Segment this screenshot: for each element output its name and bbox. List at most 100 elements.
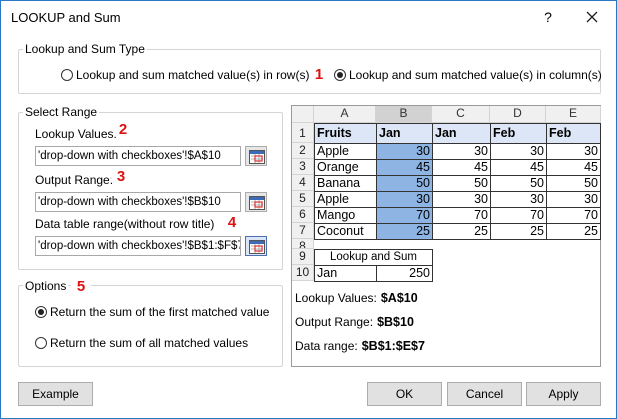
radio-indicator bbox=[61, 69, 73, 81]
step-badge-2: 2 bbox=[113, 120, 133, 140]
sum-result-title: Lookup and Sum bbox=[314, 249, 433, 266]
col-header-e: E bbox=[546, 106, 601, 123]
lookup-type-legend: Lookup and Sum Type bbox=[23, 42, 147, 56]
radio-indicator bbox=[334, 69, 346, 81]
step-badge-1: 1 bbox=[309, 65, 329, 85]
cell-header-c: Jan bbox=[432, 123, 491, 144]
radio-indicator bbox=[35, 306, 47, 318]
ok-button[interactable]: OK bbox=[367, 382, 442, 406]
table-cell: 50 bbox=[376, 175, 433, 192]
corner-cell bbox=[292, 106, 314, 123]
lookup-values-label: Lookup Values: bbox=[35, 127, 117, 141]
window-title: LOOKUP and Sum bbox=[11, 10, 121, 25]
preview-data-range-caption: Data range: bbox=[295, 339, 358, 353]
row-header-4: 4 bbox=[292, 175, 314, 191]
preview-output-range: Output Range: $B$10 bbox=[295, 315, 414, 329]
options-legend: Options bbox=[23, 279, 69, 293]
table-cell: 50 bbox=[432, 175, 491, 192]
table-cell: 25 bbox=[432, 223, 491, 240]
table-cell: 25 bbox=[376, 223, 433, 240]
close-icon bbox=[586, 11, 598, 23]
cancel-button[interactable]: Cancel bbox=[447, 382, 522, 406]
row-header-7: 7 bbox=[292, 223, 314, 239]
preview-data-range-ref: $B$1:$E$7 bbox=[361, 339, 425, 353]
table-cell: 30 bbox=[546, 143, 601, 160]
radio-indicator bbox=[35, 337, 47, 349]
table-cell: 30 bbox=[432, 191, 491, 208]
title-bar: LOOKUP and Sum ? bbox=[1, 1, 616, 33]
table-cell: 45 bbox=[376, 159, 433, 176]
preview-lookup-values-caption: Lookup Values: bbox=[295, 291, 377, 305]
table-cell: Orange bbox=[314, 159, 377, 176]
table-cell: 30 bbox=[432, 143, 491, 160]
preview-panel: A B C D E 1 2 3 4 5 6 7 8 9 10 Fruits Ja… bbox=[291, 105, 601, 367]
row-header-3: 3 bbox=[292, 159, 314, 175]
sum-result-key: Jan bbox=[314, 265, 377, 282]
row-header-2: 2 bbox=[292, 143, 314, 159]
table-cell: 70 bbox=[376, 207, 433, 224]
lookup-values-input[interactable]: 'drop-down with checkboxes'!$A$10 bbox=[35, 146, 241, 166]
options-group bbox=[18, 285, 283, 367]
preview-lookup-values: Lookup Values: $A$10 bbox=[295, 291, 418, 305]
close-button[interactable] bbox=[581, 7, 603, 27]
step-badge-3: 3 bbox=[111, 167, 131, 187]
apply-button[interactable]: Apply bbox=[526, 382, 601, 406]
table-cell: 30 bbox=[376, 191, 433, 208]
step-badge-5: 5 bbox=[71, 277, 91, 297]
radio-lookup-in-rows[interactable]: Lookup and sum matched value(s) in row(s… bbox=[61, 68, 309, 82]
range-select-icon bbox=[249, 150, 265, 164]
output-range-button[interactable] bbox=[245, 192, 267, 212]
preview-output-range-ref: $B$10 bbox=[377, 315, 414, 329]
col-header-b: B bbox=[376, 106, 432, 123]
output-range-input[interactable]: 'drop-down with checkboxes'!$B$10 bbox=[35, 192, 241, 212]
help-button[interactable]: ? bbox=[537, 7, 559, 27]
table-cell: 70 bbox=[546, 207, 601, 224]
table-cell: 45 bbox=[490, 159, 547, 176]
table-cell: 70 bbox=[432, 207, 491, 224]
range-select-icon bbox=[249, 240, 265, 254]
radio-sum-first-match-label: Return the sum of the first matched valu… bbox=[50, 305, 270, 319]
col-header-c: C bbox=[432, 106, 490, 123]
table-cell: 25 bbox=[546, 223, 601, 240]
radio-sum-all-matches[interactable]: Return the sum of all matched values bbox=[35, 336, 248, 350]
table-cell: Apple bbox=[314, 191, 377, 208]
table-cell: 30 bbox=[490, 191, 547, 208]
row-header-6: 6 bbox=[292, 207, 314, 223]
lookup-and-sum-dialog: LOOKUP and Sum ? Lookup and Sum Type Loo… bbox=[0, 0, 617, 419]
table-cell: Banana bbox=[314, 175, 377, 192]
radio-lookup-in-columns[interactable]: Lookup and sum matched value(s) in colum… bbox=[334, 68, 602, 82]
select-range-legend: Select Range bbox=[23, 105, 100, 119]
output-range-label: Output Range: bbox=[35, 173, 114, 187]
radio-sum-all-matches-label: Return the sum of all matched values bbox=[50, 336, 249, 350]
preview-output-range-caption: Output Range: bbox=[295, 315, 374, 329]
table-cell: 30 bbox=[376, 143, 433, 160]
range-select-icon bbox=[249, 196, 265, 210]
data-table-range-label: Data table range(without row title) bbox=[35, 217, 215, 231]
sum-result-value: 250 bbox=[376, 265, 433, 282]
table-cell: 50 bbox=[490, 175, 547, 192]
row-header-10: 10 bbox=[292, 265, 314, 281]
cell-header-fruits: Fruits bbox=[314, 123, 377, 144]
example-button[interactable]: Example bbox=[18, 382, 93, 406]
table-cell: 50 bbox=[546, 175, 601, 192]
table-cell: 25 bbox=[490, 223, 547, 240]
data-table-range-input[interactable]: 'drop-down with checkboxes'!$B$1:$F$7 bbox=[35, 236, 241, 256]
table-cell: Mango bbox=[314, 207, 377, 224]
preview-lookup-values-ref: $A$10 bbox=[380, 291, 418, 305]
radio-sum-first-match[interactable]: Return the sum of the first matched valu… bbox=[35, 305, 269, 319]
cell-header-e: Feb bbox=[546, 123, 601, 144]
row-header-1: 1 bbox=[292, 123, 314, 143]
data-table-range-button[interactable] bbox=[245, 236, 267, 256]
step-badge-4: 4 bbox=[222, 213, 242, 233]
col-header-a: A bbox=[314, 106, 376, 123]
table-cell: 70 bbox=[490, 207, 547, 224]
cell-header-d: Feb bbox=[490, 123, 547, 144]
row-header-5: 5 bbox=[292, 191, 314, 207]
row-header-9: 9 bbox=[292, 249, 314, 265]
lookup-values-range-button[interactable] bbox=[245, 146, 267, 166]
radio-lookup-in-rows-label: Lookup and sum matched value(s) in row(s… bbox=[76, 68, 310, 82]
table-cell: 30 bbox=[490, 143, 547, 160]
preview-data-range: Data range: $B$1:$E$7 bbox=[295, 339, 425, 353]
table-cell: Apple bbox=[314, 143, 377, 160]
cell-header-b: Jan bbox=[376, 123, 433, 144]
